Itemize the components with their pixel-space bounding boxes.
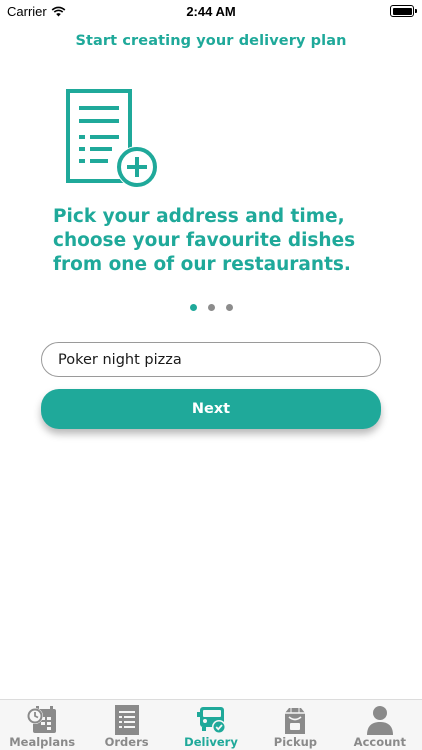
- tab-label: Account: [353, 735, 406, 749]
- onboarding-headline: Pick your address and time, choose your …: [53, 205, 393, 277]
- tab-orders[interactable]: Orders: [84, 700, 168, 750]
- headline-line: Pick your address and time,: [53, 206, 345, 227]
- order-list-icon: [114, 705, 139, 735]
- page-dot-2[interactable]: [207, 304, 215, 311]
- tab-mealplans[interactable]: Mealplans: [0, 700, 84, 750]
- document-add-icon: [66, 89, 158, 188]
- tab-label: Pickup: [273, 735, 318, 749]
- takeout-bag-icon: [285, 708, 306, 734]
- page-dot-3[interactable]: [225, 304, 233, 311]
- delivery-plan-screen: Carrier 2:44 AM Start creating your deli…: [0, 0, 422, 750]
- plan-name-input[interactable]: [41, 342, 381, 377]
- headline-line: from one of our restaurants.: [53, 254, 351, 275]
- page-indicator: [0, 304, 422, 311]
- delivery-truck-icon: [197, 707, 227, 734]
- battery-icon: [390, 5, 417, 17]
- tab-delivery[interactable]: Delivery: [169, 700, 253, 750]
- next-button[interactable]: Next: [41, 389, 381, 429]
- tab-pickup[interactable]: Pickup: [253, 700, 337, 750]
- page-title: Start creating your delivery plan: [75, 33, 347, 49]
- person-icon: [366, 706, 393, 735]
- status-time: 2:44 AM: [186, 4, 236, 19]
- status-bar: Carrier 2:44 AM: [0, 0, 422, 24]
- calendar-clock-icon: [27, 706, 57, 733]
- tab-label: Delivery: [184, 735, 238, 749]
- page-dot-1[interactable]: [189, 304, 197, 311]
- headline-line: choose your favourite dishes: [53, 230, 356, 251]
- tab-account[interactable]: Account: [338, 700, 422, 750]
- tab-label: Mealplans: [9, 735, 76, 749]
- tab-bar: Mealplans Orders Delivery Pickup Account: [0, 699, 422, 750]
- tab-label: Orders: [104, 735, 149, 749]
